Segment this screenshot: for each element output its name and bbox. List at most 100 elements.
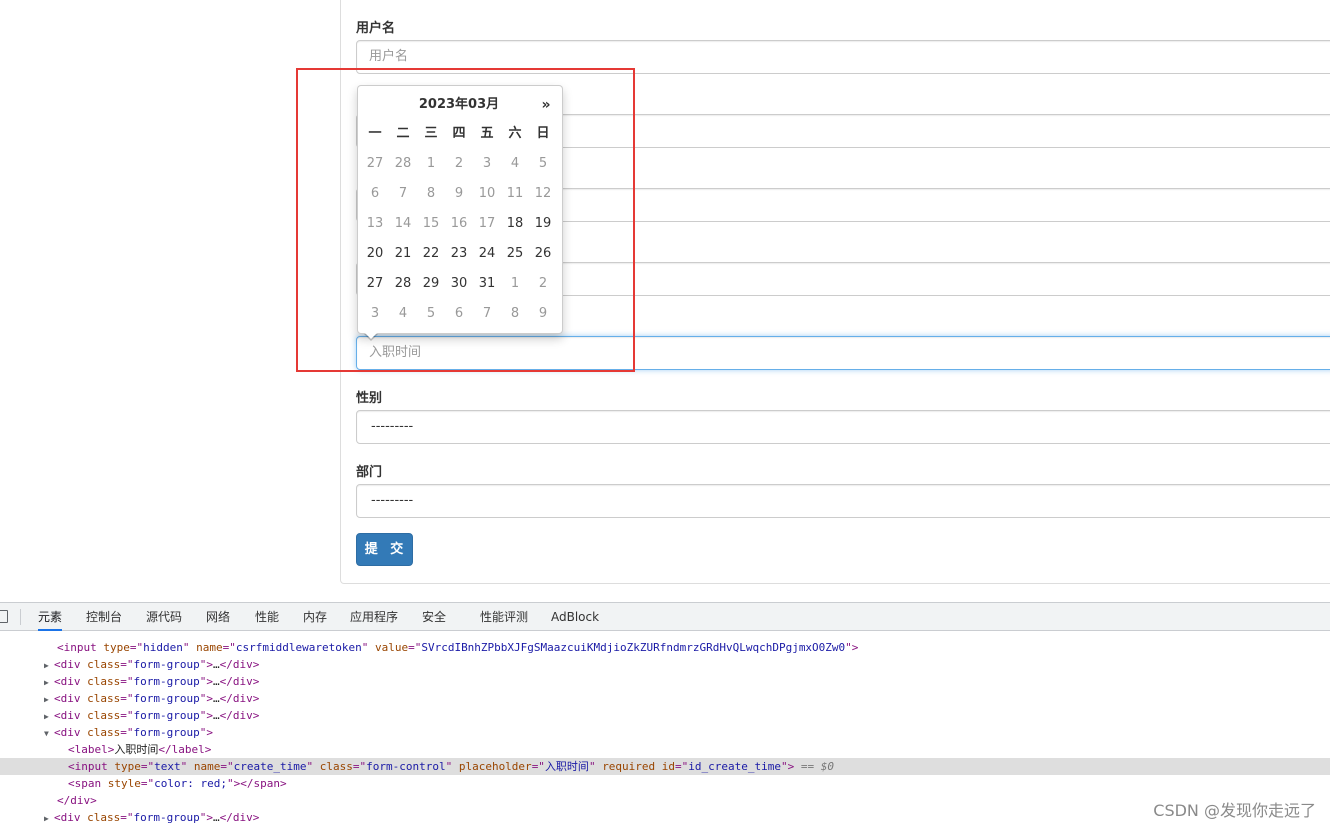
code-token: class — [87, 726, 121, 739]
code-token: … — [212, 709, 220, 722]
submit-button[interactable]: 提 交 — [356, 533, 413, 566]
code-token: form-group — [133, 709, 200, 722]
code-token: "> — [199, 658, 213, 671]
code-token: "> — [845, 641, 859, 654]
code-token: form-group — [133, 658, 200, 671]
dom-node[interactable]: ▶ <div class="form-group">…</div> — [0, 656, 1330, 673]
code-token: </div> — [57, 794, 97, 807]
expand-triangle-icon[interactable]: ▶ — [44, 708, 54, 725]
code-token: =" — [408, 641, 422, 654]
code-token: class — [87, 692, 121, 705]
code-token: " — [588, 760, 603, 773]
code-token: placeholder — [458, 760, 532, 773]
code-token: =" — [129, 641, 144, 654]
gender-select[interactable]: --------- — [356, 410, 1330, 444]
dom-node[interactable]: ▶ <div class="form-group">…</div> — [0, 707, 1330, 724]
code-token: =" — [352, 760, 367, 773]
dom-node[interactable]: <label>入职时间</label> — [0, 741, 1330, 758]
code-token: =" — [120, 692, 134, 705]
expand-triangle-icon[interactable]: ▶ — [44, 691, 54, 708]
code-token: <input — [68, 760, 115, 773]
code-token: =" — [120, 726, 134, 739]
devtools-tab[interactable]: 应用程序 — [350, 603, 398, 631]
elements-tree: <input type="hidden" name="csrfmiddlewar… — [0, 631, 1330, 829]
devtools-tab[interactable]: 源代码 — [146, 603, 182, 631]
code-token: <div — [54, 658, 88, 671]
username-label: 用户名 — [356, 21, 396, 36]
code-token: <input — [57, 641, 104, 654]
code-token: hidden — [143, 641, 183, 654]
code-token: <div — [54, 709, 88, 722]
code-token: "> — [781, 760, 795, 773]
dom-node[interactable]: ▼ <div class="form-group"> — [0, 724, 1330, 741]
code-token: =" — [220, 760, 234, 773]
code-token: type — [114, 760, 141, 773]
code-token: SVrcdIBnhZPbbXJFgSMaazcuiKMdjioZkZURfndm… — [421, 641, 846, 654]
code-token: name — [193, 760, 221, 773]
dom-node[interactable]: ▶ <div class="form-group">…</div> — [0, 673, 1330, 690]
code-token: <div — [54, 692, 88, 705]
code-token: csrfmiddlewaretoken — [235, 641, 362, 654]
code-token: " — [445, 760, 459, 773]
collapse-triangle-icon[interactable]: ▼ — [44, 725, 54, 742]
code-token: </label> — [158, 743, 212, 756]
dom-node-selected[interactable]: <input type="text" name="create_time" cl… — [0, 758, 1330, 775]
inspect-icon[interactable] — [0, 610, 8, 623]
code-token: type — [103, 641, 130, 654]
code-token: style — [107, 777, 141, 790]
code-token: 入职时间 — [114, 743, 159, 756]
expand-triangle-icon[interactable]: ▶ — [44, 674, 54, 691]
dom-node[interactable]: <span style="color: red;"></span> — [0, 775, 1330, 792]
code-token: id_create_time — [688, 760, 782, 773]
code-token: =" — [675, 760, 689, 773]
code-token: == $0 — [794, 760, 835, 773]
dom-node[interactable]: </div> — [0, 792, 1330, 809]
dom-node[interactable]: ▶ <div class="form-group">…</div> — [0, 690, 1330, 707]
code-token: class — [87, 658, 121, 671]
code-token: </div> — [219, 692, 260, 705]
depart-select[interactable]: --------- — [356, 484, 1330, 518]
code-token: "> — [199, 692, 213, 705]
code-token: </div> — [219, 709, 260, 722]
devtools-tab[interactable]: 性能评测 — [480, 603, 528, 631]
code-token: … — [212, 692, 220, 705]
code-token: id — [661, 760, 676, 773]
depart-label: 部门 — [356, 465, 383, 480]
devtools-tab[interactable]: 控制台 — [86, 603, 122, 631]
code-token: <label> — [68, 743, 115, 756]
devtools-tab[interactable]: 内存 — [303, 603, 327, 631]
code-token: </div> — [219, 658, 260, 671]
code-token: =" — [120, 658, 134, 671]
expand-triangle-icon[interactable]: ▶ — [44, 810, 54, 827]
devtools-panel: 元素 控制台 源代码 网络 性能 内存 应用程序 安全 性能评测 AdBlock <input t… — [0, 602, 1330, 828]
code-token: class — [87, 675, 121, 688]
code-token: form-control — [366, 760, 446, 773]
code-token: form-group — [133, 692, 200, 705]
code-token: text — [154, 760, 181, 773]
code-token: " — [306, 760, 320, 773]
devtools-tab[interactable]: AdBlock — [551, 603, 599, 631]
code-token: "> — [199, 726, 213, 739]
code-token: "> — [199, 675, 213, 688]
devtools-tab[interactable]: 安全 — [422, 603, 446, 631]
code-token: =" — [120, 675, 134, 688]
code-token: … — [212, 811, 220, 824]
gender-label: 性别 — [356, 391, 383, 406]
code-token: =" — [140, 777, 155, 790]
expand-triangle-icon[interactable]: ▶ — [44, 657, 54, 674]
code-token: " — [182, 641, 197, 654]
code-token: "></span> — [226, 777, 287, 790]
devtools-tab[interactable]: 元素 — [38, 603, 63, 631]
code-token: name — [196, 641, 223, 654]
devtools-tab[interactable]: 网络 — [206, 603, 230, 631]
code-token: class — [87, 811, 121, 824]
code-token: color: red; — [154, 777, 227, 790]
code-token: =" — [120, 811, 134, 824]
code-token: =" — [140, 760, 155, 773]
code-token: =" — [531, 760, 545, 773]
dom-node[interactable]: <input type="hidden" name="csrfmiddlewar… — [0, 639, 1330, 656]
devtools-tab[interactable]: 性能 — [255, 603, 279, 631]
dom-node[interactable]: ▶ <div class="form-group">…</div> — [0, 809, 1330, 826]
code-token: <div — [54, 811, 88, 824]
code-token: … — [212, 658, 220, 671]
